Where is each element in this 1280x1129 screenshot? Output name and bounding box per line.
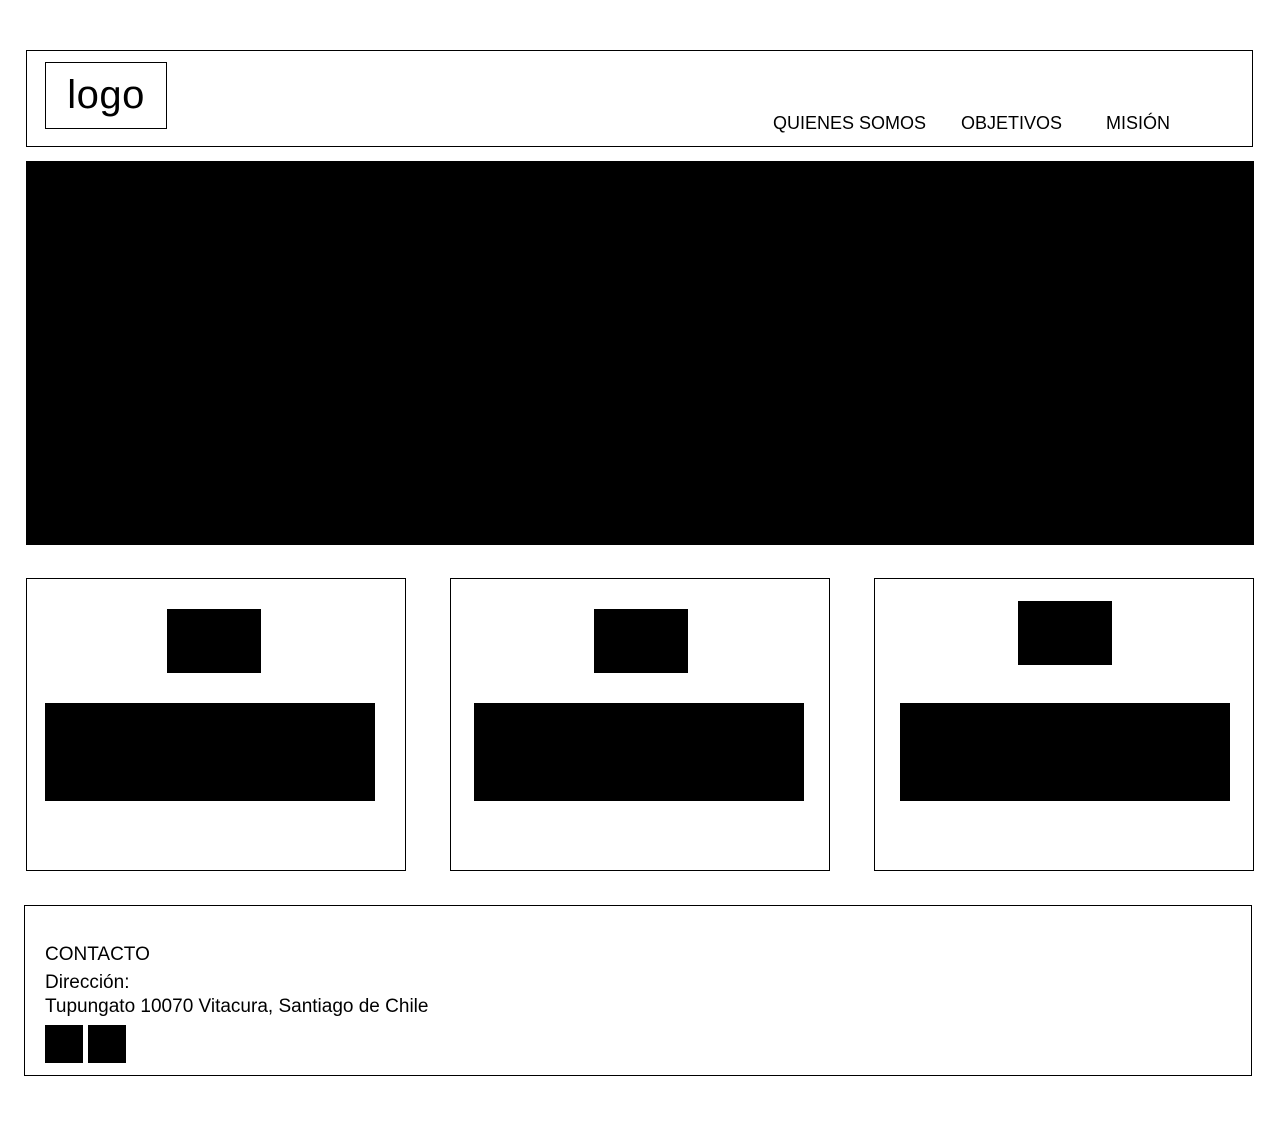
site-footer: CONTACTO Dirección: Tupungato 10070 Vita… — [24, 905, 1252, 1076]
social-icon-1[interactable] — [45, 1025, 83, 1063]
nav-item-quienes-somos[interactable]: QUIENES SOMOS — [773, 113, 926, 134]
card-image-placeholder — [594, 609, 688, 673]
card-text-placeholder — [900, 703, 1230, 801]
feature-card-1 — [26, 578, 406, 871]
card-text-placeholder — [45, 703, 375, 801]
feature-card-3 — [874, 578, 1254, 871]
card-image-placeholder — [167, 609, 261, 673]
address-text: Tupungato 10070 Vitacura, Santiago de Ch… — [45, 996, 429, 1017]
nav-item-mision[interactable]: MISIÓN — [1106, 113, 1170, 134]
social-icon-2[interactable] — [88, 1025, 126, 1063]
address-label: Dirección: — [45, 972, 130, 993]
site-header: logo QUIENES SOMOS OBJETIVOS MISIÓN — [26, 50, 1253, 147]
feature-card-2 — [450, 578, 830, 871]
contact-heading: CONTACTO — [45, 944, 150, 965]
nav-item-objetivos[interactable]: OBJETIVOS — [961, 113, 1062, 134]
card-image-placeholder — [1018, 601, 1112, 665]
logo[interactable]: logo — [45, 62, 167, 129]
hero-banner-placeholder — [26, 161, 1254, 545]
card-text-placeholder — [474, 703, 804, 801]
